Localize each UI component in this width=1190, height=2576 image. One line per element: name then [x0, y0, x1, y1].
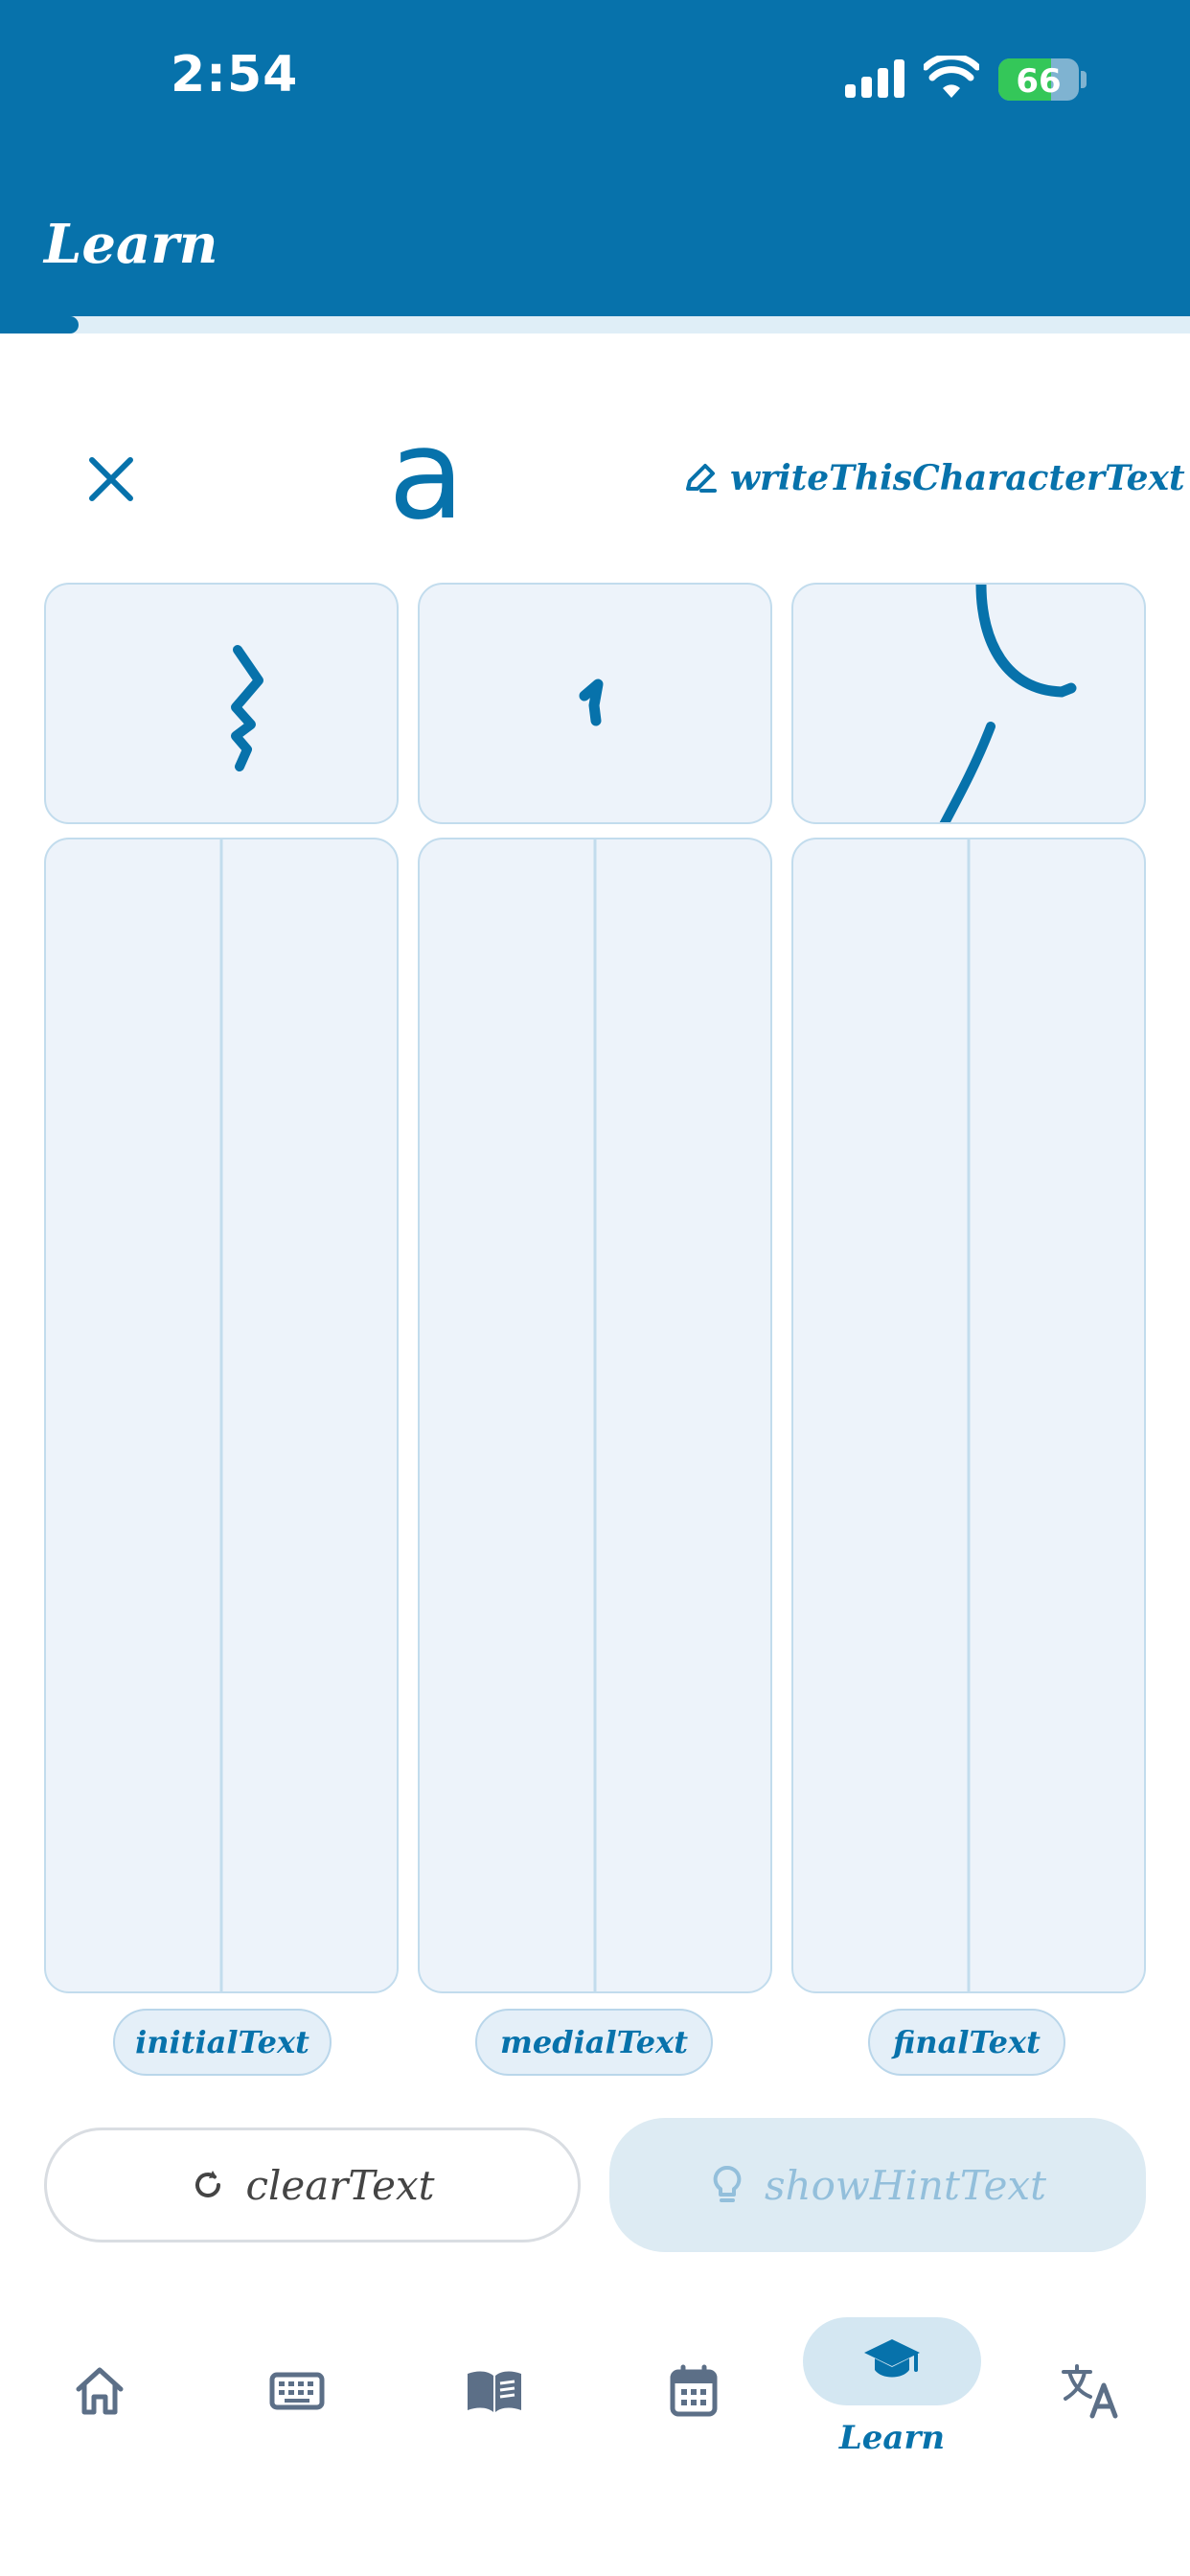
- clear-button[interactable]: clearText: [44, 2128, 581, 2242]
- battery-icon: 66: [998, 58, 1079, 101]
- initial-glyph-preview: [44, 583, 399, 824]
- initial-form-glyph: [231, 645, 263, 771]
- canvas-guide-line: [967, 840, 971, 1991]
- target-character: a: [388, 402, 465, 547]
- page-title: Learn: [44, 213, 218, 276]
- write-hint-label: writeThisCharacterText: [730, 458, 1185, 498]
- nav-home[interactable]: [61, 2358, 138, 2425]
- nav-keyboard[interactable]: [259, 2358, 335, 2425]
- book-icon: [468, 2371, 521, 2412]
- show-hint-label: showHintText: [765, 2161, 1046, 2209]
- wifi-icon: [924, 56, 979, 98]
- refresh-icon: [195, 2171, 221, 2197]
- status-time: 2:54: [171, 46, 299, 104]
- initial-writing-canvas[interactable]: [44, 838, 399, 1993]
- calendar-icon: [670, 2364, 718, 2417]
- keyboard-icon: [269, 2372, 325, 2410]
- lightbulb-icon: [713, 2165, 742, 2202]
- final-glyph-preview: [791, 583, 1146, 824]
- lesson-progress-fill: [0, 316, 79, 334]
- nav-translate[interactable]: [1052, 2358, 1129, 2425]
- cellular-signal-icon: [845, 59, 906, 98]
- medial-writing-canvas[interactable]: [418, 838, 772, 1993]
- clear-button-label: clearText: [245, 2161, 435, 2209]
- write-this-character-hint: writeThisCharacterText: [682, 458, 1185, 498]
- canvas-guide-line: [219, 840, 223, 1991]
- nav-learn-label: Learn: [838, 2419, 946, 2457]
- nav-book[interactable]: [456, 2358, 533, 2425]
- home-icon: [76, 2367, 124, 2415]
- translate-icon: [1062, 2364, 1118, 2419]
- nav-calendar[interactable]: [655, 2358, 732, 2425]
- medial-form-glyph: [579, 678, 604, 726]
- close-icon[interactable]: [77, 445, 146, 514]
- canvas-guide-line: [593, 840, 597, 1991]
- show-hint-button[interactable]: showHintText: [609, 2118, 1146, 2252]
- final-form-label: finalText: [868, 2009, 1065, 2076]
- battery-level: 66: [1016, 62, 1062, 101]
- app-header: 2:54 66 Learn: [0, 0, 1190, 316]
- medial-form-label: medialText: [475, 2009, 713, 2076]
- final-writing-canvas[interactable]: [791, 838, 1146, 1993]
- pencil-icon: [686, 464, 717, 493]
- nav-learn[interactable]: [854, 2327, 930, 2394]
- graduation-cap-icon: [864, 2339, 920, 2378]
- final-form-glyph: [939, 585, 1077, 822]
- medial-glyph-preview: [418, 583, 772, 824]
- lesson-progress-bar: [0, 316, 1190, 334]
- battery-cap: [1081, 71, 1087, 88]
- initial-form-label: initialText: [113, 2009, 332, 2076]
